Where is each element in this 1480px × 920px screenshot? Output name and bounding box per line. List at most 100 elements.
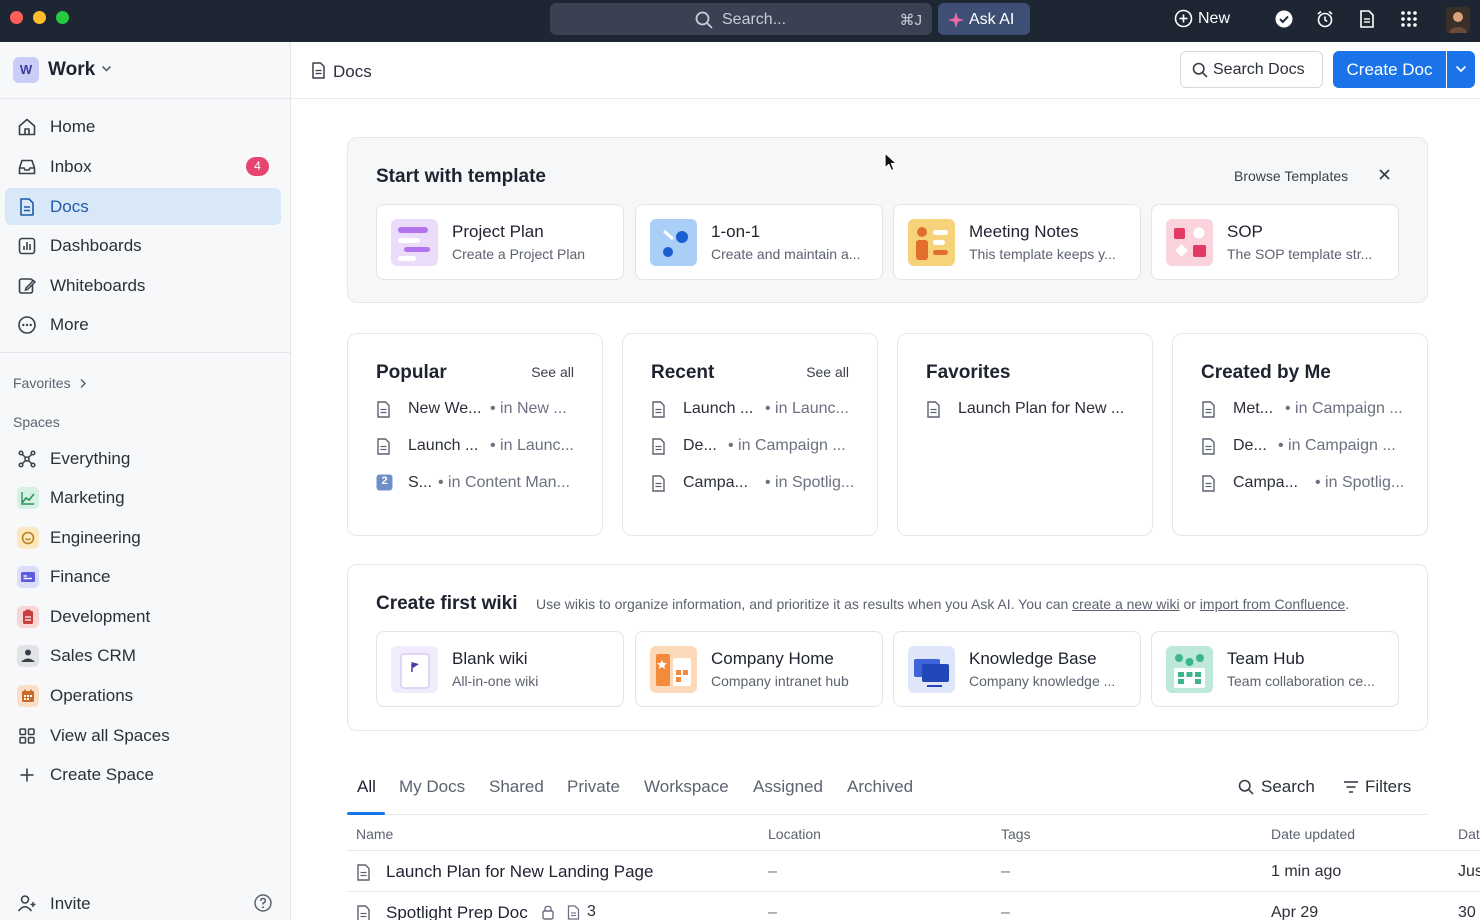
space-finance[interactable]: Finance <box>5 558 281 595</box>
global-search-bar[interactable]: Search... ⌘J <box>550 3 932 35</box>
nav-item-home[interactable]: Home <box>5 108 281 145</box>
nav-item-inbox[interactable]: Inbox 4 <box>5 148 281 185</box>
workspace-name: Work <box>48 59 96 80</box>
list-item[interactable]: 2 S... • in Content Man... <box>376 472 586 496</box>
card-title: Favorites <box>926 362 1011 383</box>
wiki-card-knowledge-base[interactable]: Knowledge Base Company knowledge ... <box>893 631 1141 707</box>
invite-button[interactable]: Invite <box>5 887 281 919</box>
finance-card-icon <box>17 566 39 588</box>
tab-shared[interactable]: Shared <box>489 777 544 797</box>
nav-item-more[interactable]: More <box>5 306 281 343</box>
import-confluence-link[interactable]: import from Confluence <box>1200 596 1346 612</box>
alarm-clock-icon[interactable] <box>1316 10 1334 28</box>
nav-item-docs[interactable]: Docs <box>5 188 281 225</box>
list-item[interactable]: De... • in Campaign ... <box>651 435 861 459</box>
nav-item-dashboards[interactable]: Dashboards <box>5 227 281 264</box>
create-space-button[interactable]: Create Space <box>5 756 281 793</box>
doc-name[interactable]: Launch Plan for New Landing Page <box>386 862 653 882</box>
tab-archived[interactable]: Archived <box>847 777 913 797</box>
table-row[interactable]: Launch Plan for New Landing Page – – 1 m… <box>347 851 1480 891</box>
doc-date-extra: Jus <box>1458 863 1480 880</box>
inbox-icon <box>17 157 37 177</box>
space-engineering[interactable]: Engineering <box>5 519 281 556</box>
doc-icon <box>376 438 391 455</box>
tab-workspace[interactable]: Workspace <box>644 777 729 797</box>
table-row[interactable]: Spotlight Prep Doc 3 – – Apr 29 30 <box>347 892 1480 920</box>
template-card-project-plan[interactable]: Project Plan Create a Project Plan <box>376 204 624 280</box>
item-location: • in Spotlig... <box>765 474 855 491</box>
more-icon <box>17 315 37 335</box>
sidebar: W Work Home Inbox 4 Docs Dashboards Whit… <box>0 42 291 920</box>
wiki-card-company-home[interactable]: Company Home Company intranet hub <box>635 631 883 707</box>
window-close-button[interactable] <box>10 11 23 24</box>
space-sales-crm[interactable]: Sales CRM <box>5 637 281 674</box>
wiki-card-team-hub[interactable]: Team Hub Team collaboration ce... <box>1151 631 1399 707</box>
create-doc-dropdown[interactable] <box>1447 51 1475 88</box>
list-item[interactable]: Launch Plan for New ... <box>926 398 1136 422</box>
search-docs-label: Search Docs <box>1213 61 1305 78</box>
one-on-one-icon <box>650 219 697 266</box>
list-item[interactable]: De... • in Campaign ... <box>1201 435 1411 459</box>
column-header-name[interactable]: Name <box>356 826 393 842</box>
list-item[interactable]: New We... • in New ... <box>376 398 586 422</box>
template-card-sop[interactable]: SOP The SOP template str... <box>1151 204 1399 280</box>
view-all-spaces[interactable]: View all Spaces <box>5 717 281 754</box>
check-circle-icon[interactable] <box>1275 10 1293 28</box>
avatar[interactable] <box>1446 7 1470 33</box>
sop-icon <box>1166 219 1213 266</box>
recent-card: Recent See all Launch ... • in Launc... … <box>622 333 878 536</box>
grid-icon <box>17 726 37 746</box>
document-icon[interactable] <box>1359 10 1375 28</box>
apps-grid-icon[interactable] <box>1400 10 1418 28</box>
list-item[interactable]: Campa... • in Spotlig... <box>1201 472 1411 496</box>
see-all-link[interactable]: See all <box>806 364 849 380</box>
help-icon[interactable] <box>253 893 273 913</box>
plus-circle-icon <box>1174 9 1193 28</box>
company-home-icon <box>650 646 697 693</box>
doc-name[interactable]: Spotlight Prep Doc <box>386 903 528 920</box>
nav-label: More <box>50 315 89 334</box>
close-icon[interactable] <box>1378 168 1391 181</box>
tab-assigned[interactable]: Assigned <box>753 777 823 797</box>
list-item[interactable]: Campa... • in Spotlig... <box>651 472 861 496</box>
doc-icon <box>651 438 666 455</box>
window-maximize-button[interactable] <box>56 11 69 24</box>
tab-private[interactable]: Private <box>567 777 620 797</box>
search-icon <box>1238 779 1254 795</box>
nav-item-whiteboards[interactable]: Whiteboards <box>5 267 281 304</box>
list-item[interactable]: Launch ... • in Launc... <box>376 435 586 459</box>
search-docs-button[interactable]: Search Docs <box>1180 51 1323 88</box>
chevron-right-icon <box>79 378 87 389</box>
create-doc-button[interactable]: Create Doc <box>1333 51 1446 88</box>
tab-my-docs[interactable]: My Docs <box>399 777 465 797</box>
search-icon <box>695 11 713 29</box>
list-item[interactable]: Met... • in Campaign ... <box>1201 398 1411 422</box>
window-minimize-button[interactable] <box>33 11 46 24</box>
space-everything[interactable]: Everything <box>5 440 281 477</box>
browse-templates-link[interactable]: Browse Templates <box>1234 168 1348 184</box>
tab-all[interactable]: All <box>357 777 376 797</box>
space-label: Engineering <box>50 528 141 547</box>
create-wiki-link[interactable]: create a new wiki <box>1072 596 1179 612</box>
engineering-icon <box>17 527 39 549</box>
column-header-date-updated[interactable]: Date updated <box>1271 826 1355 842</box>
template-card-meeting-notes[interactable]: Meeting Notes This template keeps y... <box>893 204 1141 280</box>
list-item[interactable]: Launch ... • in Launc... <box>651 398 861 422</box>
column-header-tags[interactable]: Tags <box>1001 826 1031 842</box>
space-marketing[interactable]: Marketing <box>5 479 281 516</box>
card-subtitle: Create and maintain a... <box>711 246 861 262</box>
doc-icon <box>17 197 37 217</box>
space-operations[interactable]: Operations <box>5 677 281 714</box>
ask-ai-button[interactable]: Ask AI <box>938 3 1030 35</box>
column-header-location[interactable]: Location <box>768 826 821 842</box>
space-development[interactable]: Development <box>5 598 281 635</box>
see-all-link[interactable]: See all <box>531 364 574 380</box>
template-card-1-on-1[interactable]: 1-on-1 Create and maintain a... <box>635 204 883 280</box>
project-plan-icon <box>391 219 438 266</box>
column-header-date[interactable]: Dat <box>1458 826 1480 842</box>
doc-icon <box>926 401 941 418</box>
favorites-header[interactable]: Favorites <box>13 375 87 391</box>
chevron-down-icon <box>1455 65 1467 73</box>
wiki-card-blank[interactable]: Blank wiki All-in-one wiki <box>376 631 624 707</box>
doc-tags: – <box>1001 863 1010 880</box>
